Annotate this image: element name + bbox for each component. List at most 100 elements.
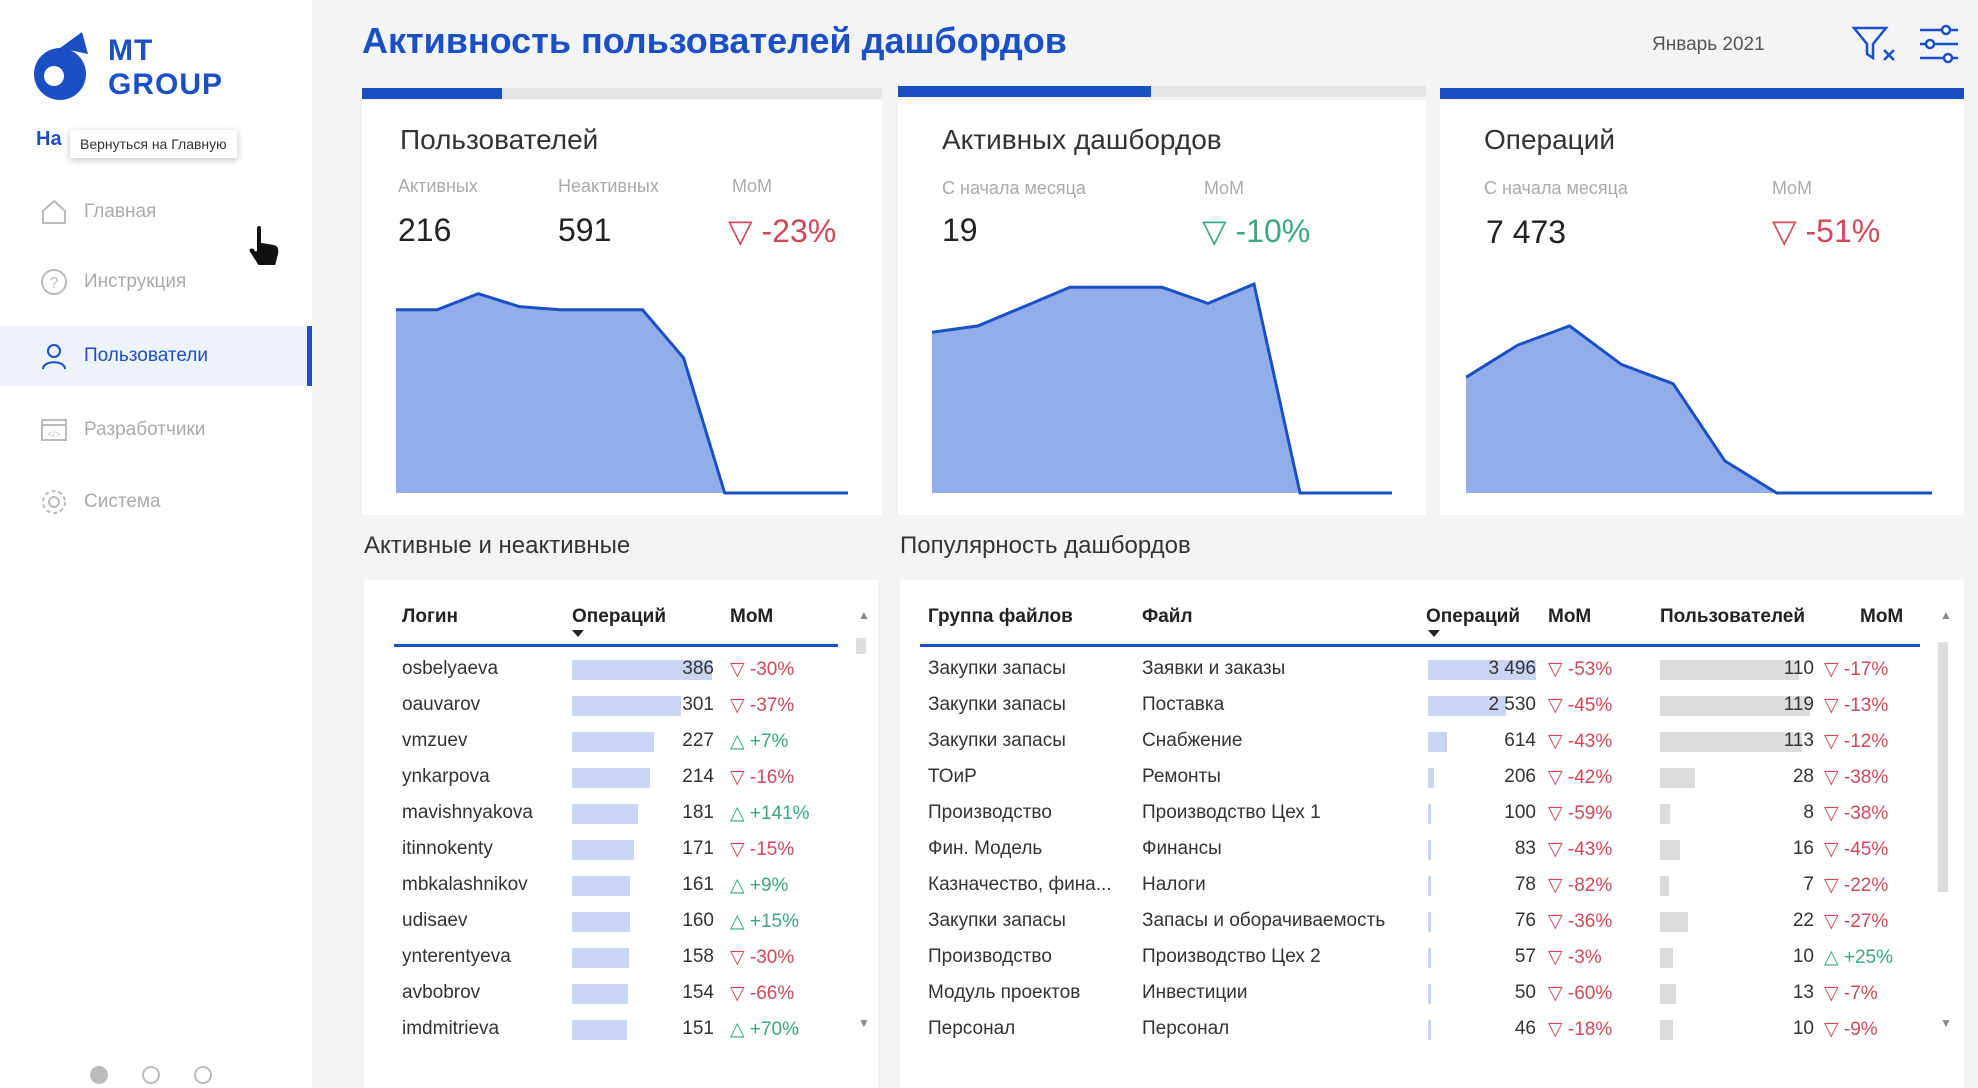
operations-cell: 386 [682,658,714,679]
users-mom-cell: ▽ -7% [1824,983,1878,1004]
home-link-short[interactable]: На [36,128,62,151]
table-row[interactable]: Закупки запасы Поставка 2 530 ▽ -45% 119 ▽ -1… [900,694,1930,724]
table-row[interactable]: ynterentyeva 158 ▽ -30% [364,946,844,976]
column-header-operations[interactable]: Операций [1426,606,1520,628]
table-row[interactable]: itinnokenty 171 ▽ -15% [364,838,844,868]
sparkline-chart [1466,324,1932,495]
users-mom-cell: ▽ -9% [1824,1019,1878,1040]
header-divider [394,644,838,647]
column-header-login[interactable]: Логин [402,606,458,628]
settings-sliders-icon[interactable] [1918,24,1962,64]
mom-cell: △ +70% [730,1019,800,1040]
operations-cell: 614 [1504,730,1536,751]
page-title: Активность пользователей дашбордов [362,20,1067,61]
table-row[interactable]: mbkalashnikov 161 △ +9% [364,874,844,904]
scrollbar-thumb[interactable] [856,638,866,654]
svg-text:?: ? [50,275,59,292]
table-row[interactable]: Фин. Модель Финансы 83 ▽ -43% 16 ▽ -45% [900,838,1930,868]
hand-cursor-icon [247,224,281,267]
column-header-file[interactable]: Файл [1142,606,1193,628]
table-row[interactable]: Закупки запасы Запасы и оборачиваемость 76… [900,910,1930,940]
column-header-operations[interactable]: Операций [572,606,666,628]
sparkline-area [396,293,848,493]
users-cell: 7 [1803,874,1814,895]
operations-bar [572,948,630,968]
scroll-up-icon[interactable]: ▲ [1940,608,1952,622]
users-bar [1660,804,1671,824]
users-cell: 22 [1792,910,1814,931]
card-title: Активных дашбордов [942,124,1222,155]
users-bar [1660,768,1696,788]
table-row[interactable]: ТОиР Ремонты 206 ▽ -42% 28 ▽ -38% [900,766,1930,796]
users-mom-cell: △ +25% [1824,947,1894,968]
progress-fill [362,88,503,99]
mom-cell: ▽ -37% [730,695,795,716]
operations-cell: 206 [1504,766,1536,787]
column-header-users-mom[interactable]: MoM [1860,606,1903,628]
table-row[interactable]: Производство Производство Цех 2 57 ▽ -3% 10 △… [900,946,1930,976]
table-row[interactable]: Модуль проектов Инвестиции 50 ▽ -60% 13 ▽ -7% [900,982,1930,1012]
section-title-active: Активные и неактивные [364,532,631,559]
sidebar-item-developers[interactable]: </> Разработчики [0,400,312,460]
operations-bar [572,804,638,824]
column-header-mom[interactable]: MoM [1548,606,1591,628]
file-group-cell: Закупки запасы [928,658,1066,679]
table-row[interactable]: osbelyaeva 386 ▽ -30% [364,658,844,688]
table-row[interactable]: Закупки запасы Заявки и заказы 3 496 ▽ -53%… [900,658,1930,688]
users-mom-cell: ▽ -38% [1824,803,1889,824]
sort-desc-icon [572,630,584,637]
scroll-up-icon[interactable]: ▲ [858,608,870,622]
user-icon [42,344,66,370]
kpi-card-operations[interactable]: Операций С начала месяца MoM 7 473 ▽ -51… [1440,100,1964,515]
file-group-cell: Закупки запасы [928,694,1066,715]
progress-fill [1440,88,1964,99]
table-row[interactable]: Казначество, фина... Налоги 78 ▽ -82% 7 ▽ -22… [900,874,1930,904]
users-bar [1660,948,1673,968]
mt-group-logo[interactable]: MT GROUP [30,26,230,106]
mom-cell: ▽ -30% [730,659,795,680]
users-bar [1660,840,1681,860]
table-row[interactable]: Производство Производство Цех 1 100 ▽ -59% 8… [900,802,1930,832]
table-row[interactable]: udisaev 160 △ +15% [364,910,844,940]
operations-cell: 151 [682,1018,714,1039]
file-cell: Запасы и оборачиваемость [1142,910,1386,931]
table-row[interactable]: Персонал Персонал 46 ▽ -18% 10 ▽ -9% [900,1018,1930,1048]
page-dot[interactable] [90,1066,108,1084]
home-tooltip: Вернуться на Главную [70,130,237,158]
column-header-mom[interactable]: MoM [730,606,773,628]
logo-mark-icon [34,32,88,100]
column-header-users[interactable]: Пользователей [1660,606,1805,628]
table-row[interactable]: ynkarpova 214 ▽ -16% [364,766,844,796]
scrollbar-thumb[interactable] [1938,642,1948,892]
login-cell: osbelyaeva [402,658,499,679]
sidebar-item-users[interactable]: Пользователи [0,326,312,386]
table-row[interactable]: vmzuev 227 △ +7% [364,730,844,760]
page-dot[interactable] [142,1066,160,1084]
login-cell: oauvarov [402,694,481,715]
sidebar-item-system[interactable]: Система [0,472,312,532]
table-row[interactable]: oauvarov 301 ▽ -37% [364,694,844,724]
card-progress-users [362,88,882,99]
table-row[interactable]: mavishnyakova 181 △ +141% [364,802,844,832]
kpi-card-users[interactable]: Пользователей Активных Неактивных MoM 21… [362,100,882,515]
file-cell: Поставка [1142,694,1225,715]
operations-bar [572,840,635,860]
column-header-file-group[interactable]: Группа файлов [928,606,1073,628]
scroll-down-icon[interactable]: ▼ [1940,1016,1952,1030]
table-row[interactable]: avbobrov 154 ▽ -66% [364,982,844,1012]
login-cell: udisaev [402,910,468,931]
clear-filter-icon[interactable] [1852,24,1898,64]
table-row[interactable]: Закупки запасы Снабжение 614 ▽ -43% 113 ▽ -12… [900,730,1930,760]
mom-cell: ▽ -3% [1548,947,1602,968]
kpi-card-dashboards[interactable]: Активных дашбордов С начала месяца MoM 1… [898,100,1426,515]
operations-cell: 46 [1514,1018,1536,1039]
card-title: Пользователей [400,124,599,155]
users-cell: 113 [1783,730,1814,751]
operations-cell: 50 [1514,982,1536,1003]
table-row[interactable]: imdmitrieva 151 △ +70% [364,1018,844,1048]
mom-value: ▽ -23% [728,213,837,249]
page-dot[interactable] [194,1066,212,1084]
operations-bar [572,1020,627,1040]
operations-bar [1428,876,1431,896]
scroll-down-icon[interactable]: ▼ [858,1016,870,1030]
